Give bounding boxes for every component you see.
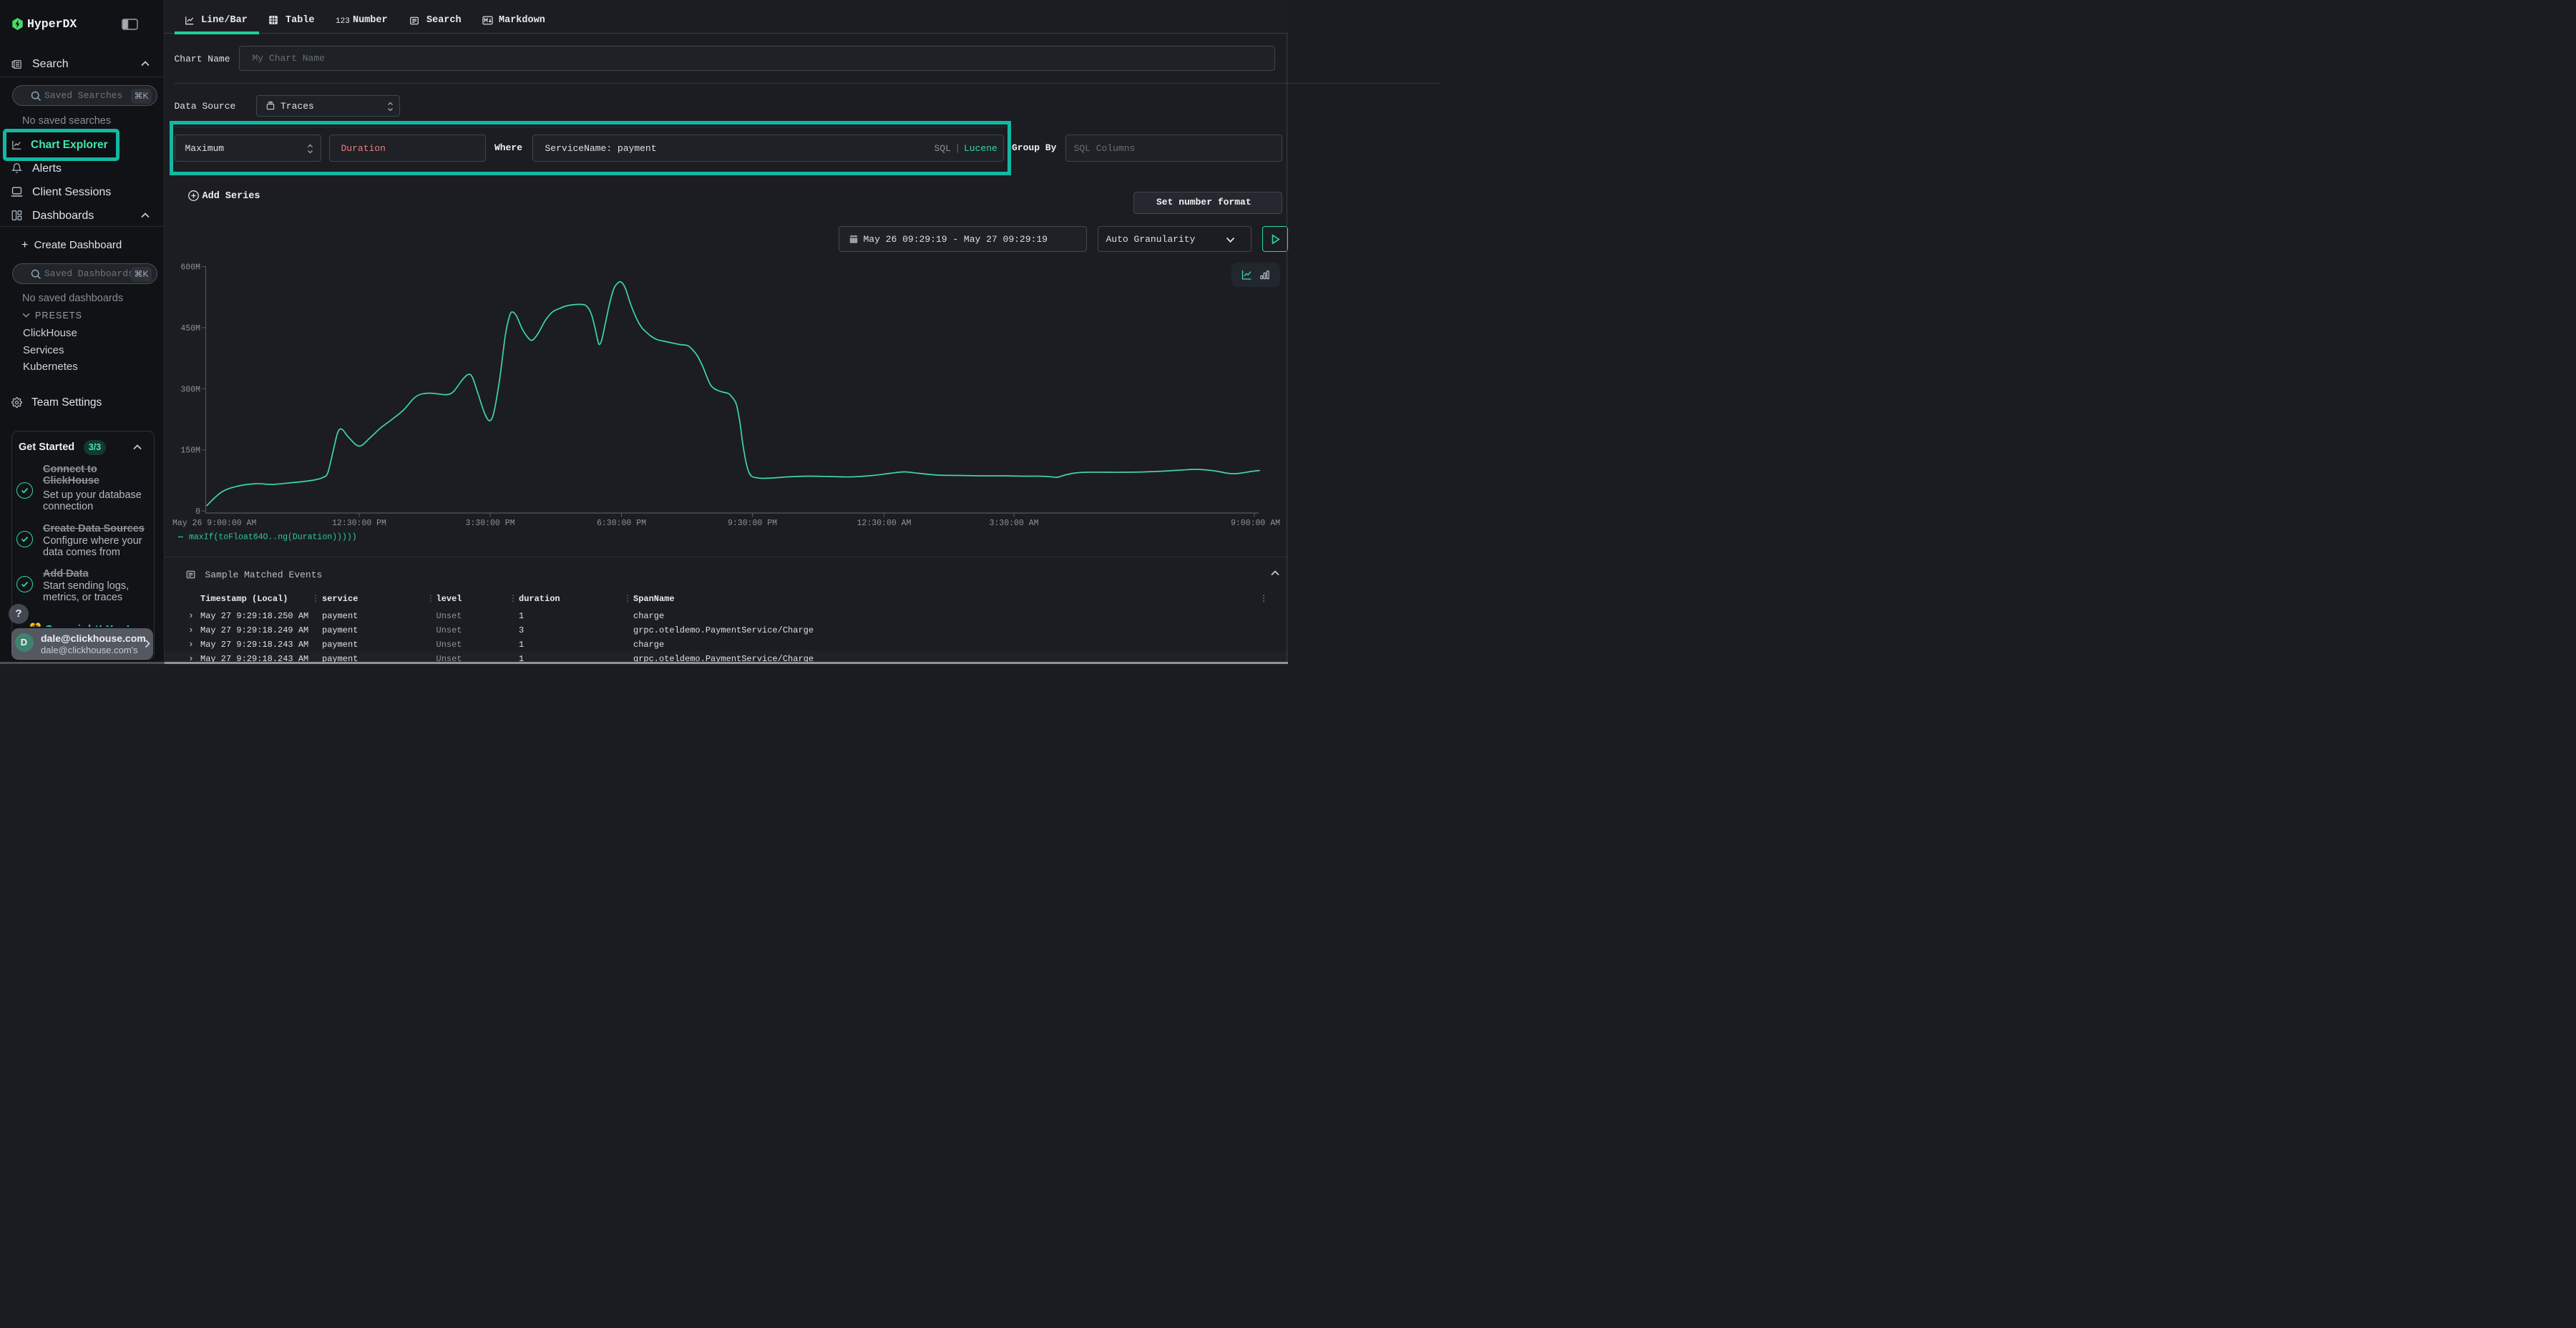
svg-text:9:30:00 PM: 9:30:00 PM (728, 519, 777, 528)
svg-text:maxIf(toFloat64O..ng(Duration): maxIf(toFloat64O..ng(Duration))))) (189, 533, 357, 542)
svg-text:450M: 450M (180, 324, 200, 333)
svg-text:—: — (177, 533, 183, 542)
svg-text:0: 0 (195, 507, 200, 517)
svg-text:12:30:00 AM: 12:30:00 AM (857, 519, 912, 528)
svg-text:12:30:00 PM: 12:30:00 PM (332, 519, 386, 528)
svg-text:9:00:00 AM: 9:00:00 AM (1231, 519, 1280, 528)
svg-text:6:30:00 PM: 6:30:00 PM (597, 519, 646, 528)
svg-text:300M: 300M (180, 385, 200, 394)
svg-text:600M: 600M (180, 263, 200, 273)
svg-text:3:30:00 AM: 3:30:00 AM (989, 519, 1038, 528)
svg-text:May 26 9:00:00 AM: May 26 9:00:00 AM (172, 519, 256, 528)
svg-text:3:30:00 PM: 3:30:00 PM (465, 519, 514, 528)
svg-text:150M: 150M (180, 446, 200, 456)
